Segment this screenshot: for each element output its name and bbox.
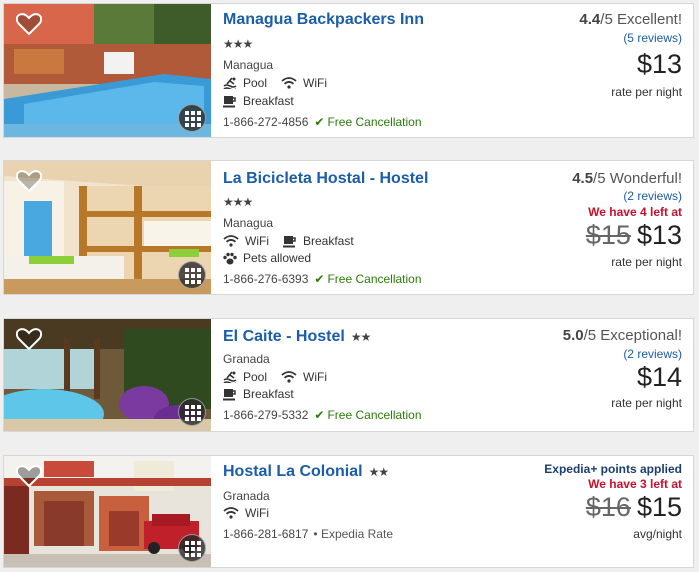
listing-card[interactable]: La Bicicleta Hostal - Hostel ★★★ Managua… <box>3 160 694 295</box>
price-unit: rate per night <box>611 85 682 99</box>
original-price: $16 <box>585 492 631 522</box>
price: $15 <box>636 492 682 522</box>
amenities-row: Pool WiFi <box>223 76 327 90</box>
price-unit: rate per night <box>611 396 682 410</box>
amenities-row: Pets allowed <box>223 251 311 265</box>
wifi-icon <box>281 371 297 383</box>
hotel-photo[interactable] <box>4 4 211 137</box>
coffee-cup-icon <box>223 95 236 107</box>
amenities-row: WiFi <box>223 506 269 520</box>
expedia-points-badge: Expedia+ points applied <box>544 462 682 476</box>
price-row: $15 $13 <box>572 220 682 251</box>
price-panel: 4.5/5 Wonderful! (2 reviews) We have 4 l… <box>572 170 682 269</box>
pool-icon <box>223 77 237 89</box>
hotel-photo[interactable] <box>4 319 211 431</box>
phone-row: 1-866-272-4856 ✔ Free Cancellation <box>223 115 422 129</box>
availability-alert: We have 3 left at <box>588 477 682 491</box>
star-rating: ★★★ <box>223 195 253 209</box>
amenity-label: WiFi <box>303 76 328 90</box>
hotel-title-row: El Caite - Hostel ★★ <box>223 328 371 346</box>
amenity-label: Breakfast <box>303 234 354 248</box>
phone-number[interactable]: 1-866-276-6393 <box>223 272 308 286</box>
hotel-name-link[interactable]: El Caite - Hostel <box>223 328 345 346</box>
phone-number[interactable]: 1-866-272-4856 <box>223 115 308 129</box>
guest-rating: 5.0/5 Exceptional! <box>562 327 682 344</box>
guest-rating: 4.5/5 Wonderful! <box>572 170 682 187</box>
amenity-label: WiFi <box>245 234 269 248</box>
amenities-row: Breakfast <box>223 387 294 401</box>
hotel-title-row: Hostal La Colonial ★★ <box>223 463 389 481</box>
phone-row: 1-866-281-6817 • Expedia Rate <box>223 527 393 541</box>
hotel-name-link[interactable]: Managua Backpackers Inn <box>223 11 424 29</box>
checkmark-icon: ✔ <box>314 115 325 129</box>
expedia-rate-label: • Expedia Rate <box>313 527 393 541</box>
star-rating: ★★ <box>368 465 389 479</box>
gallery-grid-icon[interactable] <box>178 398 206 426</box>
amenities-row: Breakfast <box>223 94 294 108</box>
wifi-icon <box>223 507 239 519</box>
free-cancellation-label: Free Cancellation <box>327 272 422 286</box>
paw-icon <box>223 252 237 264</box>
price-unit: rate per night <box>611 255 682 269</box>
coffee-cup-icon <box>223 388 236 400</box>
hotel-city: Granada <box>223 352 270 366</box>
pool-icon <box>223 371 237 383</box>
hotel-name-link[interactable]: La Bicicleta Hostal - Hostel <box>223 170 428 188</box>
price-row: $16 $15 <box>544 492 682 523</box>
favorite-heart-icon[interactable] <box>16 12 42 36</box>
listing-card[interactable]: El Caite - Hostel ★★ Granada Pool WiFi B… <box>3 318 694 432</box>
hotel-photo[interactable] <box>4 456 211 567</box>
hotel-name-link[interactable]: Hostal La Colonial <box>223 463 363 481</box>
amenities-row: WiFi Breakfast <box>223 234 354 248</box>
amenity-label: Pets allowed <box>243 251 312 265</box>
price: $14 <box>636 362 682 392</box>
price: $13 <box>636 220 682 250</box>
phone-number[interactable]: 1-866-279-5332 <box>223 408 308 422</box>
amenity-label: Pool <box>243 76 268 90</box>
amenity-label: Pool <box>243 370 268 384</box>
phone-row: 1-866-276-6393 ✔ Free Cancellation <box>223 272 422 286</box>
star-rating: ★★★ <box>223 37 253 51</box>
gallery-grid-icon[interactable] <box>178 261 206 289</box>
price-panel: 4.4/5 Excellent! (5 reviews) $13 rate pe… <box>579 11 682 99</box>
reviews-link[interactable]: (2 reviews) <box>572 189 682 203</box>
price-panel: Expedia+ points applied We have 3 left a… <box>544 462 682 541</box>
amenity-label: Breakfast <box>243 387 294 401</box>
price-panel: 5.0/5 Exceptional! (2 reviews) $14 rate … <box>563 327 682 410</box>
wifi-icon <box>223 235 239 247</box>
amenity-label: WiFi <box>245 506 269 520</box>
amenity-label: WiFi <box>303 370 328 384</box>
amenities-row: Pool WiFi <box>223 370 327 384</box>
checkmark-icon: ✔ <box>314 408 325 422</box>
reviews-link[interactable]: (5 reviews) <box>579 31 682 45</box>
guest-rating: 4.4/5 Excellent! <box>579 11 682 28</box>
reviews-link[interactable]: (2 reviews) <box>563 347 682 361</box>
phone-row: 1-866-279-5332 ✔ Free Cancellation <box>223 408 422 422</box>
gallery-grid-icon[interactable] <box>178 104 206 132</box>
gallery-grid-icon[interactable] <box>178 534 206 562</box>
wifi-icon <box>281 77 297 89</box>
availability-alert: We have 4 left at <box>588 205 682 219</box>
coffee-cup-icon <box>283 235 296 247</box>
original-price: $15 <box>585 220 631 250</box>
price-unit: avg/night <box>633 527 682 541</box>
hotel-photo[interactable] <box>4 161 211 294</box>
amenity-label: Breakfast <box>243 94 294 108</box>
hotel-city: Managua <box>223 216 274 230</box>
listing-card[interactable]: Managua Backpackers Inn ★★★ Managua Pool… <box>3 3 694 138</box>
free-cancellation-label: Free Cancellation <box>327 408 422 422</box>
checkmark-icon: ✔ <box>314 272 325 286</box>
price: $13 <box>636 49 682 79</box>
phone-number[interactable]: 1-866-281-6817 <box>223 527 308 541</box>
favorite-heart-icon[interactable] <box>16 464 42 488</box>
star-rating: ★★ <box>350 330 371 344</box>
hotel-city: Granada <box>223 489 270 503</box>
hotel-city: Managua <box>223 58 274 72</box>
free-cancellation-label: Free Cancellation <box>327 115 422 129</box>
favorite-heart-icon[interactable] <box>16 327 42 351</box>
listing-card[interactable]: Hostal La Colonial ★★ Granada WiFi 1-866… <box>3 455 694 568</box>
favorite-heart-icon[interactable] <box>16 169 42 193</box>
